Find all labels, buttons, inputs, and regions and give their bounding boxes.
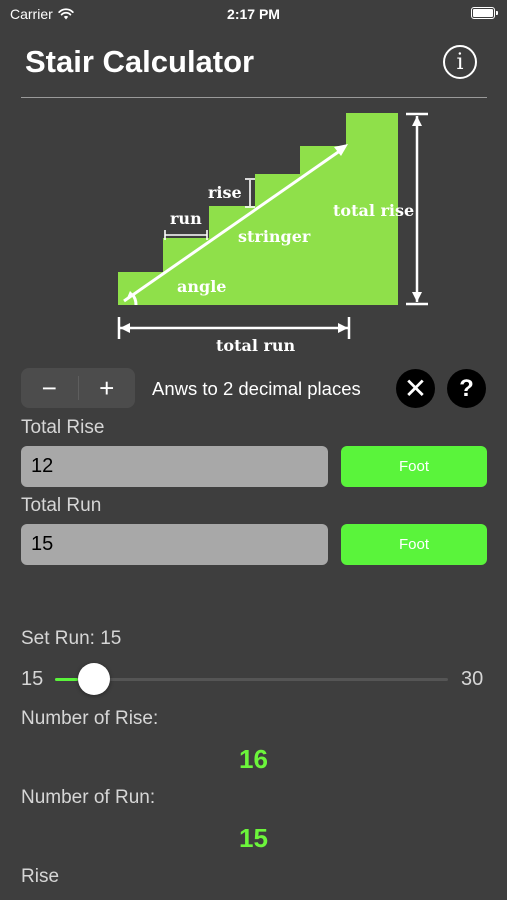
total-run-input[interactable] (21, 524, 328, 565)
total-rise-label: total rise (333, 201, 414, 220)
total-run-label: total run (216, 336, 296, 355)
help-button[interactable]: ? (447, 369, 486, 408)
run-label: run (170, 209, 202, 228)
angle-label: angle (177, 277, 226, 296)
run-slider-thumb[interactable] (78, 663, 110, 695)
total-rise-input[interactable] (21, 446, 328, 487)
rise-label: rise (208, 183, 242, 202)
stringer-label: stringer (238, 227, 311, 246)
run-slider-fill (55, 678, 78, 681)
total-run-arrow-right (338, 323, 348, 333)
decrement-button[interactable]: − (21, 368, 78, 408)
precision-label: Anws to 2 decimal places (152, 378, 361, 399)
rise-result-label: Rise (21, 866, 60, 887)
total-run-unit-button[interactable]: Foot (341, 524, 487, 565)
increment-button[interactable]: + (79, 368, 136, 408)
total-rise-arrow-bottom (412, 292, 422, 302)
number-of-run-label: Number of Run: (21, 787, 156, 808)
page-title: Stair Calculator (25, 44, 255, 79)
total-run-arrow-left (120, 323, 130, 333)
total-run-label: Total Run (21, 495, 102, 516)
close-icon: ✕ (403, 373, 428, 404)
battery-icon (471, 7, 498, 19)
total-rise-unit-button[interactable]: Foot (341, 446, 487, 487)
decimal-stepper: − + (21, 368, 135, 408)
total-rise-label: Total Rise (21, 417, 105, 438)
status-time: 2:17 PM (227, 6, 280, 22)
slider-min-label: 15 (21, 668, 44, 690)
rise-dimension (245, 178, 255, 208)
info-button[interactable]: i (443, 45, 477, 79)
header-divider (21, 97, 487, 98)
slider-max-label: 30 (461, 668, 484, 690)
total-rise-arrow-top (412, 116, 422, 126)
info-icon: i (456, 49, 464, 75)
question-icon: ? (459, 374, 474, 402)
clear-button[interactable]: ✕ (396, 369, 435, 408)
stair-diagram: rise run stringer total rise angle total… (117, 112, 428, 355)
number-of-run-value: 15 (239, 823, 268, 853)
status-bar: Carrier 2:17 PM (0, 0, 507, 28)
run-slider-track[interactable] (55, 678, 448, 681)
set-run-label: Set Run: 15 (21, 628, 122, 649)
number-of-rise-value: 16 (239, 744, 268, 774)
number-of-rise-label: Number of Rise: (21, 708, 159, 729)
